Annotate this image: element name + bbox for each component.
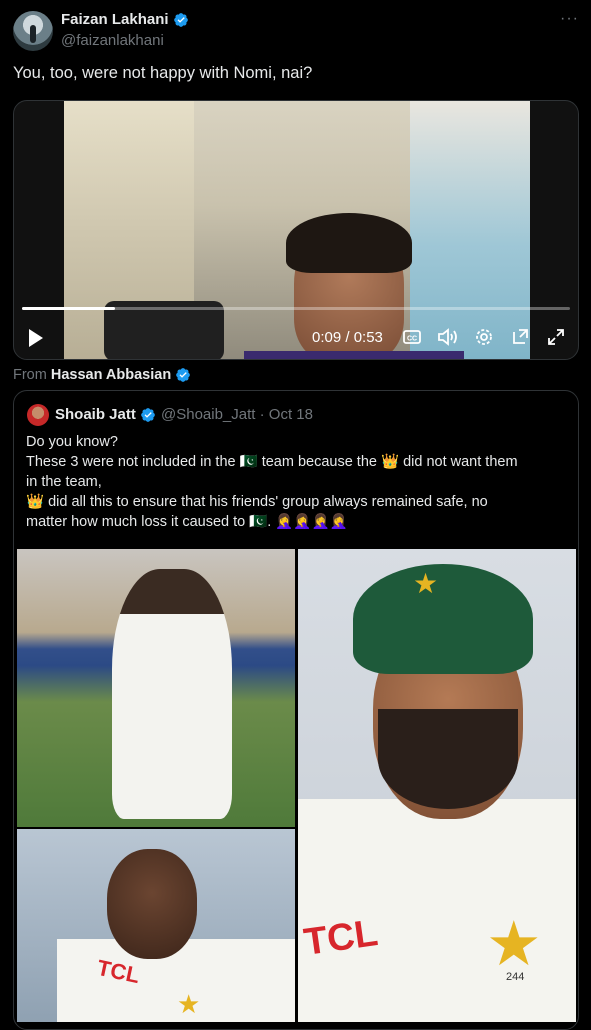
settings-gear-icon[interactable] — [475, 328, 493, 346]
quoted-post-date[interactable]: · Oct 18 — [260, 406, 313, 423]
quoted-author-handle[interactable]: @Shoaib_Jatt — [161, 406, 255, 423]
quoted-text-line: These 3 were not included in the 🇵🇰 team… — [26, 454, 518, 470]
picture-in-picture-icon[interactable] — [511, 328, 529, 346]
from-label: From — [13, 367, 47, 383]
star-emblem-icon: ★ — [413, 568, 439, 599]
quoted-author-name-row[interactable]: Shoaib Jatt — [55, 406, 156, 423]
photo-smiling-cricketer[interactable]: TCL ★ — [17, 829, 295, 1022]
star-emblem-icon: ★ — [177, 989, 201, 1019]
quoted-post-text: Do you know? These 3 were not included i… — [26, 432, 566, 532]
from-source-name[interactable]: Hassan Abbasian — [51, 367, 171, 383]
photo-praying-cricketer[interactable] — [17, 549, 295, 827]
captions-icon[interactable]: CC — [403, 328, 421, 346]
quoted-text-line: matter how much loss it caused to 🇵🇰. 🤦‍… — [26, 514, 348, 530]
author-name[interactable]: Faizan Lakhani — [61, 11, 169, 28]
video-frame — [64, 101, 530, 359]
author-handle[interactable]: @faizanlakhani — [61, 32, 164, 49]
svg-text:CC: CC — [407, 336, 417, 343]
fullscreen-icon[interactable] — [547, 328, 565, 346]
from-attribution: From Hassan Abbasian — [13, 367, 191, 383]
volume-icon[interactable] — [437, 328, 459, 346]
verified-badge-icon — [176, 368, 191, 382]
photo-cap-cricketer[interactable]: ★ TCL ★ 244 — [298, 549, 576, 1022]
verified-badge-icon — [173, 12, 188, 27]
post-text: You, too, were not happy with Nomi, nai? — [13, 64, 313, 82]
author-avatar[interactable] — [13, 11, 53, 51]
author-name-row[interactable]: Faizan Lakhani — [61, 11, 189, 28]
quoted-author-avatar[interactable] — [27, 404, 49, 426]
quoted-text-line: Do you know? — [26, 434, 118, 450]
video-progress-fill — [22, 307, 116, 310]
verified-badge-icon — [141, 407, 155, 422]
quoted-author-meta: @Shoaib_Jatt · Oct 18 — [161, 406, 313, 423]
star-emblem-icon: ★ — [486, 910, 542, 979]
shirt-number: 244 — [506, 971, 525, 983]
quoted-text-line: 👑 did all this to ensure that his friend… — [26, 494, 488, 510]
video-player[interactable] — [13, 100, 579, 360]
play-icon[interactable] — [27, 328, 45, 348]
quoted-text-line: in the team, — [26, 474, 102, 490]
video-time: 0:09 / 0:53 — [312, 329, 383, 346]
more-horizontal-icon[interactable]: ··· — [560, 10, 579, 28]
quoted-author-name[interactable]: Shoaib Jatt — [55, 406, 136, 423]
